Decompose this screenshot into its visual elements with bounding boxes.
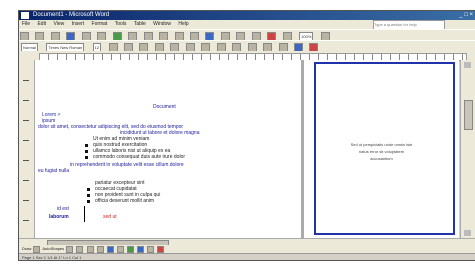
bullet [85,144,88,147]
bullet [87,200,90,203]
menu-format[interactable]: Format [92,21,108,27]
app-icon [21,12,29,19]
preview-line: accusantium [370,156,393,161]
textbox-icon[interactable] [106,246,114,253]
clipart-icon[interactable] [127,246,135,253]
line-color-icon[interactable] [147,246,155,253]
horizontal-ruler-row [19,51,475,61]
doc-line: eu fugiat nulla [38,168,70,174]
text-cursor [84,206,85,222]
menu-insert[interactable]: Insert [72,21,85,27]
doc-line: in reprehenderit in voluptate velit esse… [70,162,184,168]
bullet [85,150,88,153]
oval-icon[interactable] [96,246,104,253]
status-bar: Page 1 Sec 1 1/1 At 1" Ln 1 Col 1 [19,253,475,260]
font-color-icon[interactable] [157,246,165,253]
bullet [87,188,90,191]
preview-pane[interactable]: Sed ut perspiciatis unde omnis iste natu… [304,60,459,238]
menu-file[interactable]: File [22,21,30,27]
bullet [85,156,88,159]
preview-line: natus error sit voluptatem [358,149,405,154]
menu-window[interactable]: Window [153,21,171,27]
menu-help[interactable]: Help [178,21,188,27]
doc-line: officia deserunt mollit anim [95,198,155,204]
menu-view[interactable]: View [53,21,64,27]
title-bar: Document1 - Microsoft Word _ □ × [19,11,475,20]
wordart-icon[interactable] [116,246,124,253]
line-icon[interactable] [66,246,74,253]
select-objects-icon[interactable] [33,246,41,253]
doc-line: commodo consequat duis aute irure dolor [93,154,185,160]
autoshapes-menu[interactable]: AutoShapes [42,246,64,251]
menu-tools[interactable]: Tools [115,21,127,27]
document-page[interactable]: Document Lorem > ipsum dolor sit amet, c… [35,60,301,238]
scroll-up-icon[interactable] [464,62,471,68]
drawing-toolbar: Draw AutoShapes [19,245,475,253]
preview-line: Sed ut perspiciatis unde omnis iste [350,142,413,147]
rectangle-icon[interactable] [86,246,94,253]
bullet [87,194,90,197]
vertical-ruler[interactable] [19,60,35,238]
window-title: Document1 - Microsoft Word [33,12,110,18]
fill-color-icon[interactable] [137,246,145,253]
doc-line: id est [57,206,69,212]
scroll-down-icon[interactable] [464,230,471,236]
application-window: Document1 - Microsoft Word _ □ × File Ed… [18,10,475,261]
document-heading: Document [153,104,176,110]
menu-table[interactable]: Table [134,21,146,27]
doc-line-red: sed ut [103,214,117,220]
window-controls[interactable]: _ □ × [459,12,473,19]
scroll-thumb[interactable] [464,100,473,130]
arrow-icon[interactable] [76,246,84,253]
menu-edit[interactable]: Edit [37,21,46,27]
doc-line: laborum [49,214,69,220]
vertical-scrollbar[interactable] [460,60,475,238]
draw-menu[interactable]: Draw [22,246,31,251]
